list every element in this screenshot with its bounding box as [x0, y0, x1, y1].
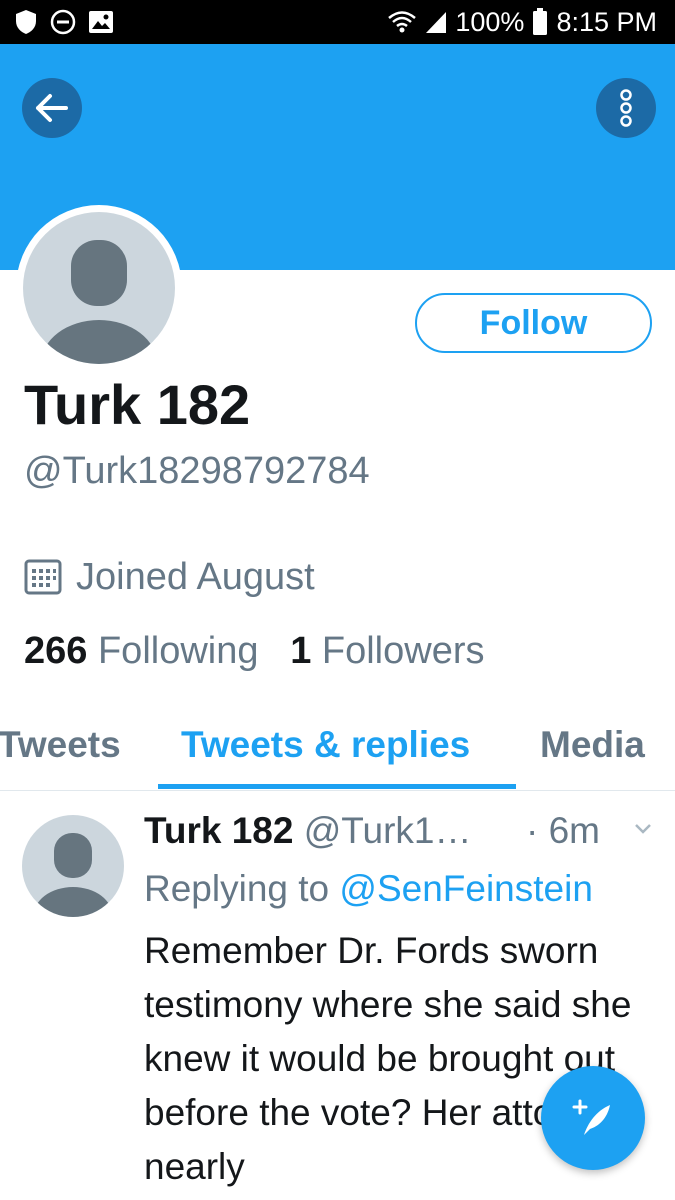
- followers-count: 1: [290, 630, 312, 672]
- following-label: Following: [97, 630, 259, 672]
- back-button[interactable]: [22, 78, 82, 138]
- status-time: 8:15 PM: [556, 6, 657, 37]
- tab-tweets[interactable]: Tweets: [0, 724, 121, 766]
- profile-display-name: Turk 182: [24, 373, 251, 436]
- reply-mention-link[interactable]: @SenFeinstein: [339, 868, 593, 909]
- active-tab-indicator: [158, 784, 516, 789]
- follow-button[interactable]: Follow: [415, 293, 652, 353]
- profile-avatar[interactable]: [16, 205, 182, 371]
- tweet-header: Turk 182 @Turk1…: [144, 810, 472, 852]
- tab-tweets-and-replies[interactable]: Tweets & replies: [181, 724, 470, 766]
- more-vertical-icon: [620, 89, 632, 127]
- tweet-timestamp: · 6m: [526, 810, 600, 851]
- following-link[interactable]: 266 Following: [24, 630, 259, 672]
- profile-handle: @Turk18298792784: [24, 450, 370, 492]
- shield-icon: [16, 10, 36, 34]
- image-icon: [89, 11, 113, 33]
- following-count: 266: [24, 630, 88, 672]
- calendar-icon: [24, 559, 62, 595]
- tab-media[interactable]: Media: [540, 724, 645, 766]
- compose-feather-icon: [572, 1099, 610, 1135]
- default-avatar-icon: [33, 833, 113, 917]
- replying-to-line: Replying to @SenFeinstein: [144, 868, 593, 910]
- tweet-author-name[interactable]: Turk 182: [144, 810, 293, 851]
- tabs-divider: [0, 790, 675, 791]
- more-options-button[interactable]: [596, 78, 656, 138]
- battery-percent: 100%: [455, 6, 525, 37]
- followers-link[interactable]: 1 Followers: [290, 630, 484, 672]
- joined-date: Joined August: [24, 554, 315, 600]
- signal-icon: [426, 12, 447, 33]
- do-not-disturb-icon: [50, 9, 76, 35]
- status-bar-right: 100% 8:15 PM: [387, 6, 657, 38]
- battery-icon: [533, 8, 548, 35]
- wifi-icon: [388, 11, 417, 33]
- follow-stats: 266 Following 1 Followers: [24, 630, 485, 673]
- status-bar-left-icons: [14, 8, 114, 36]
- tweet-avatar[interactable]: [22, 815, 124, 917]
- compose-tweet-button[interactable]: [541, 1066, 645, 1170]
- tweet-author-handle[interactable]: @Turk1…: [304, 810, 472, 851]
- followers-label: Followers: [321, 630, 485, 672]
- status-bar: 100% 8:15 PM: [0, 0, 675, 44]
- replying-to-label: Replying to: [144, 868, 330, 909]
- back-arrow-icon: [36, 94, 68, 122]
- joined-label: Joined August: [76, 555, 315, 598]
- default-avatar-icon: [41, 240, 157, 364]
- chevron-down-icon[interactable]: [633, 822, 653, 836]
